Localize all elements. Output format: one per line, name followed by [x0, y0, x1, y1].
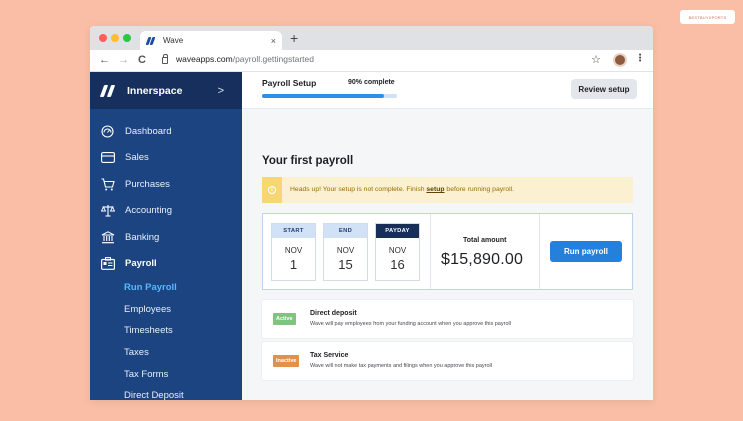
date-header: END — [324, 224, 367, 238]
browser-tab[interactable]: Wave × — [140, 31, 282, 50]
scale-icon — [99, 204, 116, 217]
url-path: /payroll.gettingstarted — [232, 54, 314, 64]
sidebar-subitem-taxes[interactable]: Taxes — [90, 342, 242, 364]
sidebar-item-sales[interactable]: Sales — [90, 145, 242, 172]
sidebar: Innerspace > Dashboard Sales Purchases A… — [90, 72, 242, 400]
alert-text-after: before running payroll. — [444, 186, 515, 193]
sidebar-item-payroll[interactable]: Payroll — [90, 251, 242, 278]
sidebar-item-accounting[interactable]: Accounting — [90, 198, 242, 225]
date-month: NOV — [336, 246, 355, 255]
sidebar-subitem-tax-forms[interactable]: Tax Forms — [90, 363, 242, 385]
setup-link[interactable]: setup — [426, 186, 444, 193]
total-amount-value: $15,890.00 — [441, 251, 524, 268]
service-description: Wave will not make tax payments and fili… — [310, 363, 492, 369]
sidebar-subitem-employees[interactable]: Employees — [90, 299, 242, 321]
setup-progress-label: 90% complete — [348, 79, 395, 86]
date-header: START — [272, 224, 315, 238]
sidebar-item-label: Purchases — [125, 178, 170, 190]
business-name: Innerspace — [127, 84, 183, 97]
setup-progress-fill — [262, 94, 384, 98]
review-setup-button[interactable]: Review setup — [571, 79, 637, 99]
wave-logo-icon — [99, 84, 118, 97]
payroll-subnav: Run Payroll Employees Timesheets Taxes T… — [90, 277, 242, 400]
forward-button[interactable]: → — [118, 53, 129, 67]
bookmark-star-icon[interactable]: ☆ — [591, 53, 601, 66]
payroll-summary-card: START NOV 1 END NOV 15 PAYDAY NOV 16 Tot… — [262, 213, 633, 290]
alert-text-before: Heads up! Your setup is not complete. Fi… — [290, 186, 427, 193]
direct-deposit-card: Active Direct deposit Wave will pay empl… — [262, 300, 633, 338]
address-toolbar: ← → C waveapps.com/payroll.gettingstarte… — [90, 50, 653, 72]
service-description: Wave will pay employees from your fundin… — [310, 321, 511, 327]
browser-menu-icon[interactable]: ⋮ — [635, 53, 645, 64]
setup-warning-alert: i Heads up! Your setup is not complete. … — [262, 177, 633, 203]
alert-icon-container: i — [262, 177, 282, 203]
close-tab-icon[interactable]: × — [271, 36, 276, 46]
bank-icon — [99, 230, 116, 244]
reload-button[interactable]: C — [138, 53, 146, 67]
main-content: Payroll Setup 90% complete Review setup … — [242, 72, 653, 400]
end-date-box: END NOV 15 — [323, 223, 368, 281]
date-month: NOV — [388, 246, 407, 255]
setup-progress-track — [262, 94, 397, 98]
start-date-box: START NOV 1 — [271, 223, 316, 281]
sidebar-subitem-timesheets[interactable]: Timesheets — [90, 320, 242, 342]
date-day: 15 — [338, 257, 353, 272]
date-day: 16 — [390, 257, 405, 272]
sidebar-item-purchases[interactable]: Purchases — [90, 171, 242, 198]
sidebar-item-banking[interactable]: Banking — [90, 224, 242, 251]
sidebar-item-label: Banking — [125, 231, 160, 243]
sidebar-item-label: Accounting — [125, 205, 173, 217]
address-bar[interactable]: waveapps.com/payroll.gettingstarted — [162, 53, 314, 64]
url-host: waveapps.com — [176, 54, 233, 64]
run-payroll-button[interactable]: Run payroll — [550, 241, 622, 262]
date-day: 1 — [289, 257, 298, 272]
sidebar-subitem-direct-deposit[interactable]: Direct Deposit — [90, 385, 242, 400]
payday-date-box: PAYDAY NOV 16 — [375, 223, 420, 281]
sidebar-item-label: Sales — [125, 152, 149, 164]
profile-avatar[interactable] — [613, 53, 627, 67]
date-header: PAYDAY — [376, 224, 419, 238]
cart-icon — [99, 178, 116, 191]
payroll-icon — [99, 257, 116, 271]
total-amount-label: Total amount — [463, 237, 507, 244]
dashboard-icon — [99, 125, 116, 138]
alert-message: Heads up! Your setup is not complete. Fi… — [290, 186, 514, 193]
watermark-badge: BESTBUYXPORTS — [680, 10, 735, 24]
sidebar-subitem-run-payroll[interactable]: Run Payroll — [90, 277, 242, 299]
sidebar-item-dashboard[interactable]: Dashboard — [90, 118, 242, 145]
setup-title: Payroll Setup — [262, 78, 317, 88]
sidebar-nav: Dashboard Sales Purchases Accounting Ban… — [90, 118, 242, 277]
sidebar-item-label: Payroll — [125, 258, 157, 270]
sales-icon — [99, 151, 116, 164]
card-divider — [539, 214, 540, 289]
setup-progress-bar: Payroll Setup 90% complete Review setup — [242, 72, 653, 109]
sidebar-item-label: Dashboard — [125, 125, 172, 137]
wave-logo-icon — [145, 36, 156, 45]
business-switcher[interactable]: Innerspace > — [90, 72, 242, 109]
status-badge: Inactive — [273, 355, 300, 367]
chevron-right-icon: > — [217, 84, 224, 97]
service-title: Tax Service — [310, 352, 349, 359]
lock-icon — [162, 53, 168, 64]
tab-strip: Wave × + — [90, 26, 653, 50]
card-divider — [430, 214, 431, 289]
maximize-window-button[interactable] — [123, 34, 131, 42]
close-window-button[interactable] — [99, 34, 107, 42]
tab-title: Wave — [163, 36, 184, 45]
tax-service-card: Inactive Tax Service Wave will not make … — [262, 342, 633, 380]
status-badge: Active — [273, 313, 296, 325]
service-title: Direct deposit — [310, 310, 357, 317]
page-title: Your first payroll — [262, 155, 354, 167]
minimize-window-button[interactable] — [111, 34, 119, 42]
new-tab-button[interactable]: + — [290, 30, 298, 46]
date-month: NOV — [284, 246, 303, 255]
browser-window: Wave × + ← → C waveapps.com/payroll.gett… — [90, 26, 653, 400]
back-button[interactable]: ← — [99, 53, 110, 67]
info-icon: i — [268, 186, 276, 194]
